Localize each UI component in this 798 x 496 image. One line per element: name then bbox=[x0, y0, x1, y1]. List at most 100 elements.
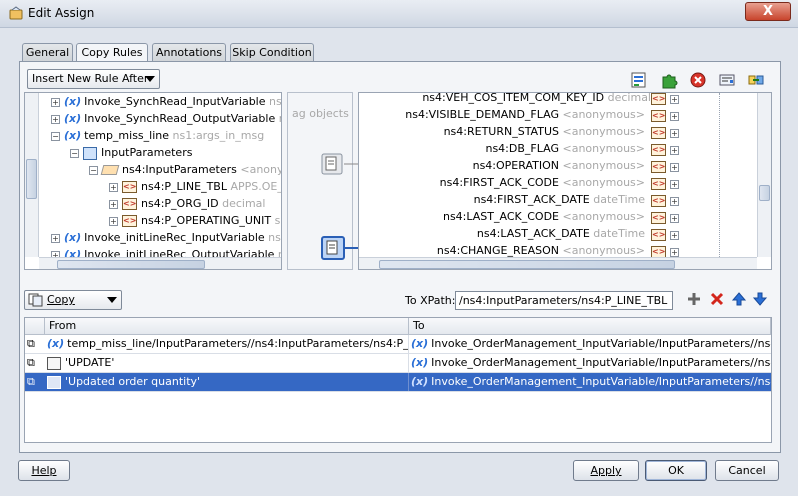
expression-icon[interactable] bbox=[321, 153, 343, 175]
source-horizontal-scrollbar[interactable] bbox=[39, 257, 281, 269]
tree-node[interactable]: ns4:FIRST_ACK_DATE dateTime bbox=[474, 191, 645, 208]
close-button[interactable]: X bbox=[745, 2, 791, 21]
move-down-icon[interactable] bbox=[752, 291, 768, 307]
insert-rule-value: Insert New Rule After bbox=[32, 72, 149, 85]
from-value: 'UPDATE' bbox=[65, 356, 115, 369]
node-type: dateTime bbox=[593, 193, 645, 206]
expand-icon[interactable]: + bbox=[51, 114, 60, 124]
node-type: decimal bbox=[607, 92, 651, 104]
operation-dropdown[interactable]: Copy bbox=[24, 290, 122, 310]
scroll-thumb[interactable] bbox=[759, 185, 770, 201]
to-cell[interactable]: (x) Invoke_OrderManagement_InputVariable/… bbox=[411, 354, 771, 372]
help-button[interactable]: Help bbox=[18, 460, 70, 481]
from-cell[interactable]: 'UPDATE' bbox=[45, 354, 409, 372]
expand-icon[interactable]: + bbox=[670, 196, 679, 206]
target-tree[interactable]: ns4:VEH_COS_ITEM_COM_KEY_ID decimal ns4:… bbox=[358, 92, 772, 270]
tree-node[interactable]: ns4:OPERATION <anonymous> bbox=[473, 157, 645, 174]
copy-icon: ⧉ bbox=[27, 356, 35, 369]
xslt-icon[interactable] bbox=[630, 71, 648, 89]
variable-icon: (x) bbox=[64, 112, 82, 125]
to-xpath-field[interactable]: /ns4:InputParameters/ns4:P_LINE_TBL bbox=[455, 291, 673, 310]
tab-annotations[interactable]: Annotations bbox=[152, 43, 226, 62]
scroll-thumb[interactable] bbox=[57, 260, 205, 269]
tree-node[interactable]: ns4:FIRST_ACK_CODE <anonymous> bbox=[440, 174, 645, 191]
tree-node[interactable]: ns4:VISIBLE_DEMAND_FLAG <anonymous> bbox=[405, 106, 645, 123]
tree-node[interactable]: ns4:LAST_ACK_DATE dateTime bbox=[477, 225, 645, 242]
tab-copy-rules[interactable]: Copy Rules bbox=[76, 43, 148, 63]
node-type: <anonym bbox=[240, 163, 281, 176]
tree-node[interactable]: + <> ns4:P_ORG_ID decimal bbox=[109, 195, 265, 212]
tree-node[interactable]: + (x)Invoke_SynchRead_InputVariable ns3: bbox=[51, 93, 281, 110]
node-label: Invoke_SynchRead_InputVariable bbox=[84, 95, 266, 108]
expression-icon[interactable] bbox=[321, 236, 345, 260]
remove-icon[interactable] bbox=[709, 291, 725, 307]
tree-node[interactable]: + (x)Invoke_SynchRead_OutputVariable ns bbox=[51, 110, 281, 127]
column-header-to[interactable]: To bbox=[409, 318, 771, 335]
column-header-from[interactable]: From bbox=[45, 318, 409, 335]
tree-node[interactable]: ns4:LAST_ACK_CODE <anonymous> bbox=[443, 208, 645, 225]
target-icon-column: <> + <> + <> + <> + <> + <> + <> + <> + <> + <> + bbox=[651, 93, 685, 258]
tree-node[interactable]: ns4:VEH_COS_ITEM_COM_KEY_ID decimal bbox=[422, 92, 651, 106]
tree-node[interactable]: ns4:RETURN_STATUS <anonymous> bbox=[444, 123, 645, 140]
source-tree[interactable]: +(x)Invoke_SynchRead_InputVariable ns3: … bbox=[24, 92, 282, 270]
tree-node[interactable]: − InputParameters bbox=[70, 144, 192, 161]
collapse-icon[interactable]: − bbox=[51, 131, 60, 141]
to-cell[interactable]: (x) Invoke_OrderManagement_InputVariable/… bbox=[411, 335, 771, 353]
from-value: 'Updated order quantity' bbox=[65, 375, 201, 388]
from-cell[interactable]: 'Updated order quantity' bbox=[45, 373, 409, 391]
expand-icon[interactable]: + bbox=[670, 128, 679, 138]
expand-icon[interactable]: + bbox=[670, 162, 679, 172]
move-up-icon[interactable] bbox=[731, 291, 747, 307]
node-type: s bbox=[274, 214, 281, 227]
expand-icon[interactable]: + bbox=[109, 182, 118, 192]
tab-general[interactable]: General bbox=[22, 43, 73, 62]
expand-icon[interactable]: + bbox=[670, 247, 679, 257]
table-row-selected[interactable]: ⧉ 'Updated order quantity' (x) Invoke_Ord… bbox=[25, 373, 771, 392]
copy-icon: ⧉ bbox=[27, 375, 35, 388]
puzzle-icon[interactable] bbox=[660, 71, 678, 89]
ok-button[interactable]: OK bbox=[645, 460, 707, 481]
table-row[interactable]: ⧉ (x) temp_miss_line/InputParameters//ns4… bbox=[25, 335, 771, 354]
apply-button[interactable]: Apply bbox=[573, 460, 639, 481]
tree-node[interactable]: + <> ns4:P_LINE_TBL APPS.OE_ bbox=[109, 178, 281, 195]
from-cell[interactable]: (x) temp_miss_line/InputParameters//ns4:I… bbox=[45, 335, 409, 353]
target-horizontal-scrollbar[interactable] bbox=[359, 257, 757, 269]
tree-node[interactable]: + <> ns4:P_OPERATING_UNIT s bbox=[109, 212, 280, 229]
expand-icon[interactable]: + bbox=[670, 230, 679, 240]
expand-icon[interactable]: + bbox=[670, 179, 679, 189]
tree-node[interactable]: ns4:DB_FLAG <anonymous> bbox=[485, 140, 645, 157]
expand-icon[interactable]: + bbox=[109, 216, 118, 226]
bpel-assign-icon bbox=[9, 6, 23, 20]
copy-icon: ⧉ bbox=[27, 337, 35, 350]
expand-icon[interactable]: + bbox=[51, 233, 60, 243]
expand-icon[interactable]: + bbox=[670, 94, 679, 104]
node-label: ns4:FIRST_ACK_DATE bbox=[473, 193, 590, 206]
scroll-thumb[interactable] bbox=[26, 159, 37, 199]
link-icon[interactable] bbox=[747, 71, 765, 89]
collapse-icon[interactable]: − bbox=[70, 148, 79, 158]
delete-icon[interactable] bbox=[689, 71, 707, 89]
tree-node[interactable]: + (x)Invoke_initLineRec_InputVariable ns2… bbox=[51, 229, 281, 246]
copy-rules-table[interactable]: From To ⧉ (x) temp_miss_line/InputParamet… bbox=[24, 317, 772, 443]
to-cell[interactable]: (x) Invoke_OrderManagement_InputVariable/… bbox=[411, 373, 771, 391]
add-icon[interactable] bbox=[686, 291, 702, 307]
node-label: ns4:DB_FLAG bbox=[485, 142, 559, 155]
expand-icon[interactable]: + bbox=[670, 111, 679, 121]
tree-node[interactable]: − (x) temp_miss_line ns1:args_in_msg bbox=[51, 127, 264, 144]
source-vertical-scrollbar[interactable] bbox=[25, 93, 39, 257]
expand-icon[interactable]: + bbox=[670, 145, 679, 155]
element-icon: <> bbox=[651, 161, 666, 173]
cancel-button[interactable]: Cancel bbox=[715, 460, 779, 481]
expand-icon[interactable]: + bbox=[109, 199, 118, 209]
expand-icon[interactable]: + bbox=[670, 213, 679, 223]
target-vertical-scrollbar[interactable] bbox=[757, 93, 771, 257]
element-icon: <> bbox=[651, 229, 666, 241]
transform-icon[interactable] bbox=[718, 71, 736, 89]
insert-rule-dropdown[interactable]: Insert New Rule After bbox=[27, 69, 160, 89]
tree-node[interactable]: − ns4:InputParameters <anonym bbox=[89, 161, 281, 178]
expand-icon[interactable]: + bbox=[51, 97, 60, 107]
collapse-icon[interactable]: − bbox=[89, 165, 98, 175]
scroll-thumb[interactable] bbox=[379, 260, 675, 269]
table-row[interactable]: ⧉ 'UPDATE' (x) Invoke_OrderManagement_Inp… bbox=[25, 354, 771, 373]
tab-skip-condition[interactable]: Skip Condition bbox=[230, 43, 314, 62]
